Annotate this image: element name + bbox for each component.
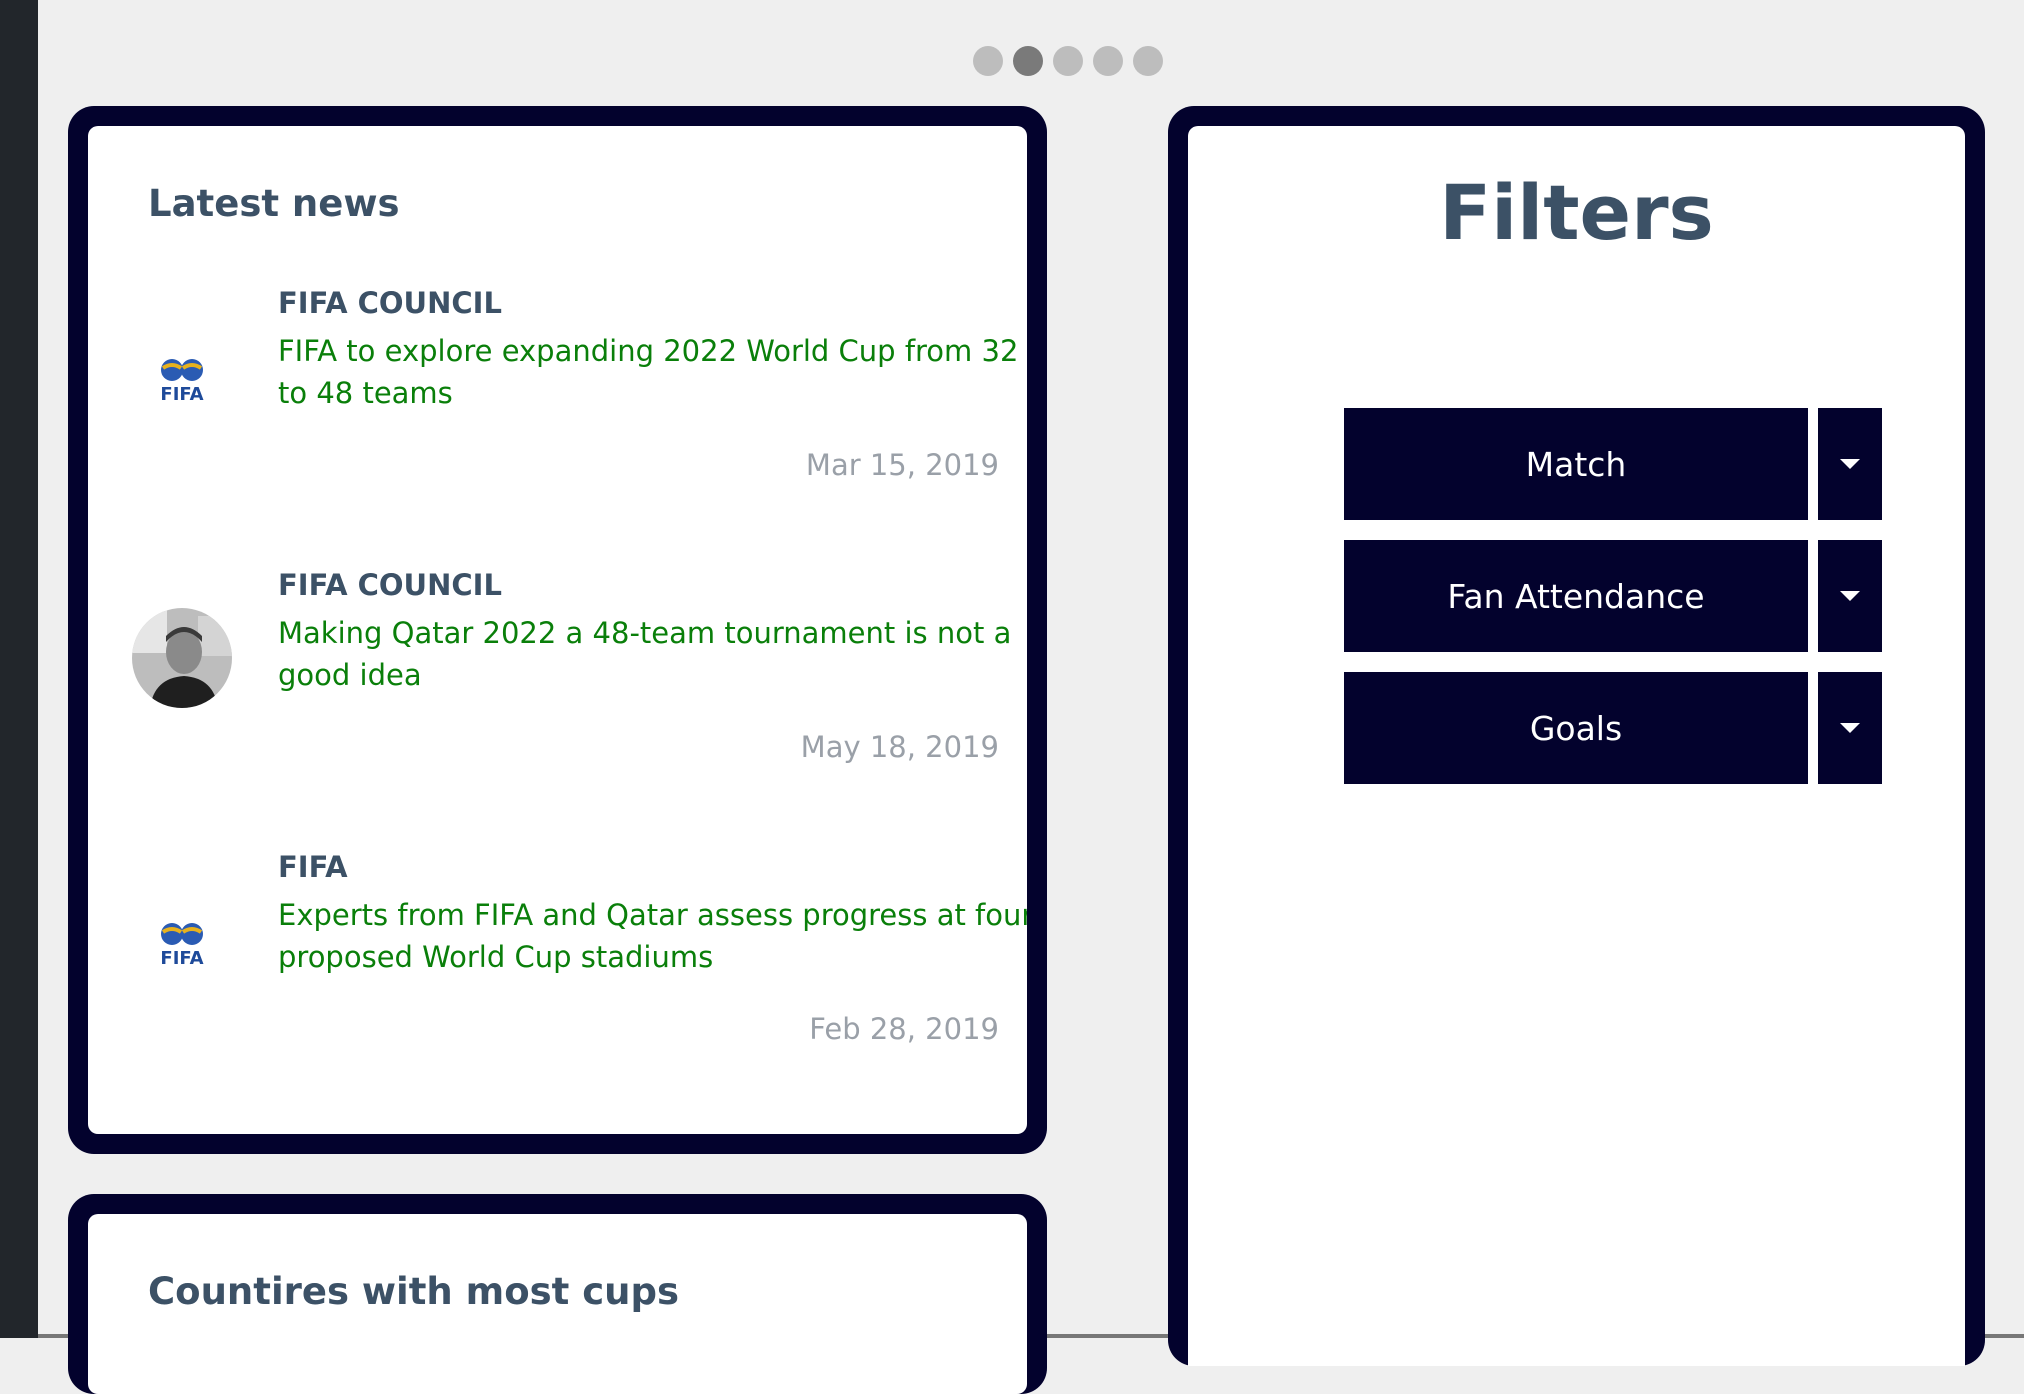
news-date: Feb 28, 2019: [809, 1012, 999, 1046]
news-date: May 18, 2019: [800, 730, 999, 764]
filter-goals: Goals: [1344, 672, 1882, 784]
fifa-logo-icon: FIFA: [132, 326, 232, 426]
filter-fan-attendance-button[interactable]: Fan Attendance: [1344, 540, 1808, 652]
news-item: FIFA FIFA Experts from FIFA and Qatar as…: [88, 850, 1027, 1110]
news-source: FIFA: [278, 850, 348, 884]
filter-fan-attendance: Fan Attendance: [1344, 540, 1882, 652]
author-avatar: [132, 608, 232, 708]
latest-news-title: Latest news: [148, 182, 400, 225]
carousel-dot-2[interactable]: [1013, 46, 1043, 76]
svg-text:FIFA: FIFA: [160, 948, 203, 969]
news-headline-link[interactable]: FIFA to explore expanding 2022 World Cup…: [278, 330, 1027, 414]
filter-match: Match: [1344, 408, 1882, 520]
fifa-logo-icon: FIFA: [132, 890, 232, 990]
caret-down-icon: [1840, 723, 1860, 733]
most-cups-card: Countires with most cups: [68, 1194, 1047, 1394]
latest-news-panel: Latest news FIFA FIFA COUNCIL FIFA to ex…: [88, 126, 1027, 1134]
svg-text:FIFA: FIFA: [160, 384, 203, 405]
filters-card: Filters Match Fan Attendance Goals: [1168, 106, 1985, 1366]
carousel-dot-4[interactable]: [1093, 46, 1123, 76]
caret-down-icon: [1840, 459, 1860, 469]
filter-match-button[interactable]: Match: [1344, 408, 1808, 520]
latest-news-card: Latest news FIFA FIFA COUNCIL FIFA to ex…: [68, 106, 1047, 1154]
carousel-dot-1[interactable]: [973, 46, 1003, 76]
filter-match-dropdown-toggle[interactable]: [1818, 408, 1882, 520]
news-item: FIFA FIFA COUNCIL FIFA to explore expand…: [88, 286, 1027, 546]
caret-down-icon: [1840, 591, 1860, 601]
most-cups-title: Countires with most cups: [148, 1270, 679, 1313]
carousel-dot-5[interactable]: [1133, 46, 1163, 76]
filters-title: Filters: [1439, 168, 1714, 257]
filters-panel: Filters Match Fan Attendance Goals: [1188, 126, 1965, 1366]
most-cups-panel: Countires with most cups: [88, 1214, 1027, 1394]
news-source: FIFA COUNCIL: [278, 568, 502, 602]
news-source: FIFA COUNCIL: [278, 286, 502, 320]
news-item: FIFA COUNCIL Making Qatar 2022 a 48-team…: [88, 568, 1027, 828]
news-date: Mar 15, 2019: [805, 448, 999, 482]
news-headline-link[interactable]: Experts from FIFA and Qatar assess progr…: [278, 894, 1027, 978]
news-headline-link[interactable]: Making Qatar 2022 a 48-team tournament i…: [278, 612, 1027, 696]
filter-goals-button[interactable]: Goals: [1344, 672, 1808, 784]
filter-fan-attendance-dropdown-toggle[interactable]: [1818, 540, 1882, 652]
carousel-dots: [973, 46, 1163, 76]
carousel-dot-3[interactable]: [1053, 46, 1083, 76]
left-sidebar-rail: [0, 0, 38, 1338]
filter-goals-dropdown-toggle[interactable]: [1818, 672, 1882, 784]
